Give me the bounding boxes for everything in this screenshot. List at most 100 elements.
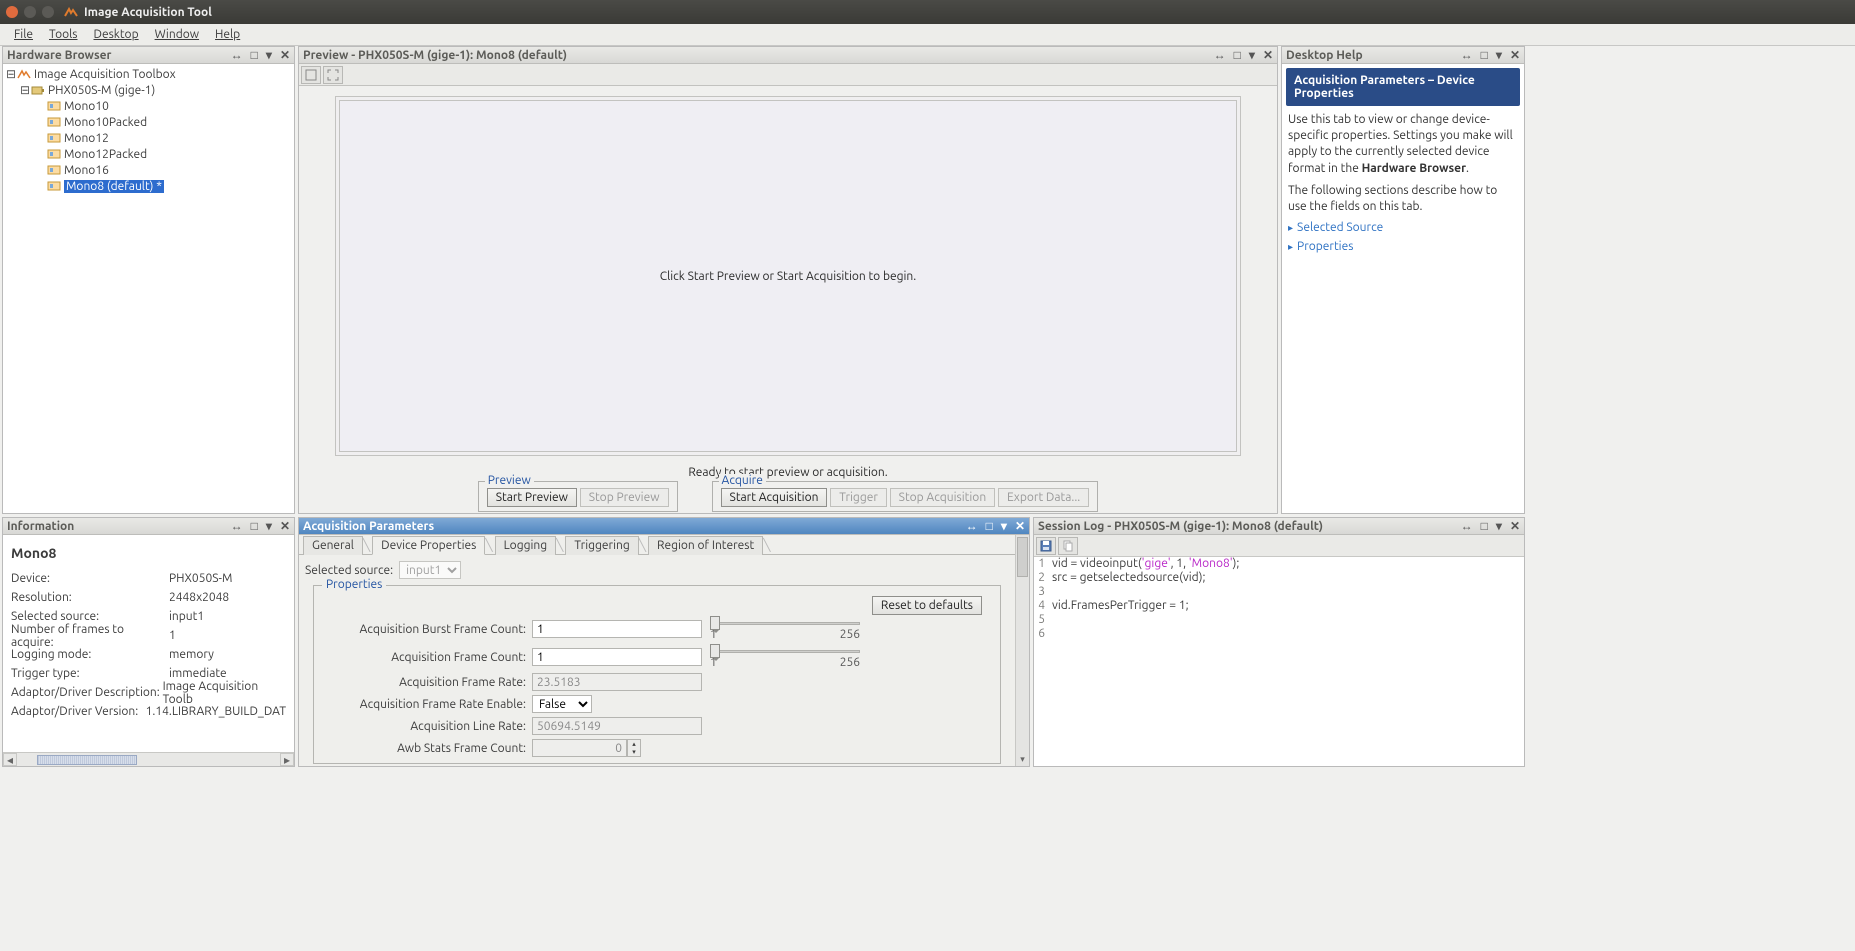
info-row: Adaptor/Driver Version:1.14.LIBRARY_BUIL… xyxy=(11,702,286,721)
tree-format[interactable]: Mono12 xyxy=(5,130,292,146)
hardware-tree[interactable]: ⊟ Image Acquisition Toolbox ⊟ PHX050S-M … xyxy=(3,64,294,513)
format-icon xyxy=(47,148,61,160)
tree-format[interactable]: Mono12Packed xyxy=(5,146,292,162)
information-panel: Information ↔ □ ▾ ✕ Mono8 Device:PHX050S… xyxy=(2,517,295,767)
property-slider[interactable] xyxy=(710,646,860,656)
copy-log-button[interactable] xyxy=(1058,537,1078,555)
help-paragraph-2: The following sections describe how to u… xyxy=(1288,183,1518,215)
scroll-left-icon[interactable]: ◂ xyxy=(3,753,17,766)
panel-maximize-icon[interactable]: □ xyxy=(1481,48,1488,62)
info-row: Resolution:2448x2048 xyxy=(11,588,286,607)
panel-close-icon[interactable]: ✕ xyxy=(280,519,290,533)
panel-close-icon[interactable]: ✕ xyxy=(280,48,290,62)
properties-groupbox: Properties Reset to defaults Acquisition… xyxy=(313,585,1001,764)
scroll-down-icon[interactable]: ▾ xyxy=(1016,754,1029,766)
panel-undock-icon[interactable]: ↔ xyxy=(1461,519,1473,533)
scroll-thumb[interactable] xyxy=(1017,537,1028,577)
property-row: Acquisition Frame Rate: xyxy=(322,671,992,693)
property-input[interactable] xyxy=(532,739,627,757)
panel-menu-icon[interactable]: ▾ xyxy=(1249,48,1255,62)
help-link-selected-source[interactable]: Selected Source xyxy=(1288,221,1518,234)
tree-format[interactable]: Mono16 xyxy=(5,162,292,178)
line-number: 5 xyxy=(1034,613,1048,627)
info-key: Number of frames to acquire: xyxy=(11,623,169,649)
panel-close-icon[interactable]: ✕ xyxy=(1263,48,1273,62)
panel-close-icon[interactable]: ✕ xyxy=(1015,519,1025,533)
panel-undock-icon[interactable]: ↔ xyxy=(231,519,243,533)
zoom-actual-button[interactable] xyxy=(301,66,321,84)
panel-menu-icon[interactable]: ▾ xyxy=(266,48,272,62)
reset-defaults-button[interactable]: Reset to defaults xyxy=(872,596,982,615)
property-label: Acquisition Burst Frame Count: xyxy=(322,623,532,636)
property-select[interactable]: False xyxy=(532,695,592,713)
hardware-browser-panel: Hardware Browser ↔ □ ▾ ✕ ⊟ Image Acquisi… xyxy=(2,46,295,514)
stop-acquisition-button[interactable]: Stop Acquisition xyxy=(890,488,996,507)
info-key: Adaptor/Driver Version: xyxy=(11,705,146,718)
tree-root[interactable]: ⊟ Image Acquisition Toolbox xyxy=(5,66,292,82)
menu-file[interactable]: File xyxy=(6,26,41,43)
tab-logging[interactable]: Logging xyxy=(495,536,557,555)
panel-undock-icon[interactable]: ↔ xyxy=(1461,48,1473,62)
tab-region-of-interest[interactable]: Region of Interest xyxy=(648,536,763,555)
tree-format[interactable]: Mono10 xyxy=(5,98,292,114)
scroll-thumb[interactable] xyxy=(37,755,137,765)
property-input[interactable] xyxy=(532,648,702,666)
property-input[interactable] xyxy=(532,620,702,638)
panel-menu-icon[interactable]: ▾ xyxy=(1001,519,1007,533)
property-slider[interactable] xyxy=(710,618,860,628)
menu-tools[interactable]: Tools xyxy=(41,26,86,43)
tab-triggering[interactable]: Triggering xyxy=(565,536,638,555)
stop-preview-button[interactable]: Stop Preview xyxy=(580,488,669,507)
save-log-button[interactable] xyxy=(1036,537,1056,555)
window-close-button[interactable] xyxy=(6,6,18,18)
panel-undock-icon[interactable]: ↔ xyxy=(966,519,978,533)
acq-vscroll[interactable]: ▴ ▾ xyxy=(1015,535,1029,766)
preview-title: Preview - PHX050S-M (gige-1): Mono8 (def… xyxy=(299,47,1277,64)
preview-status: Ready to start preview or acquisition. xyxy=(305,466,1271,479)
info-key: Device: xyxy=(11,572,169,585)
export-data-button[interactable]: Export Data... xyxy=(998,488,1089,507)
stepper-buttons[interactable]: ▴▾ xyxy=(627,739,641,757)
window-maximize-button[interactable] xyxy=(42,6,54,18)
panel-menu-icon[interactable]: ▾ xyxy=(266,519,272,533)
panel-undock-icon[interactable]: ↔ xyxy=(231,48,243,62)
tree-device[interactable]: ⊟ PHX050S-M (gige-1) xyxy=(5,82,292,98)
help-link-properties[interactable]: Properties xyxy=(1288,240,1518,253)
start-preview-button[interactable]: Start Preview xyxy=(487,488,577,507)
panel-maximize-icon[interactable]: □ xyxy=(1481,519,1488,533)
fullscreen-button[interactable] xyxy=(323,66,343,84)
menu-help[interactable]: Help xyxy=(207,26,248,43)
menu-window[interactable]: Window xyxy=(147,26,207,43)
panel-close-icon[interactable]: ✕ xyxy=(1510,48,1520,62)
tab-general[interactable]: General xyxy=(303,536,363,555)
trigger-button[interactable]: Trigger xyxy=(830,488,887,507)
info-key: Selected source: xyxy=(11,610,169,623)
window-minimize-button[interactable] xyxy=(24,6,36,18)
panel-maximize-icon[interactable]: □ xyxy=(251,48,258,62)
property-row: Acquisition Frame Count:1256 xyxy=(322,643,992,671)
code-line: 3 xyxy=(1034,585,1524,599)
info-hscroll[interactable]: ◂ ▸ xyxy=(3,752,294,766)
panel-maximize-icon[interactable]: □ xyxy=(1234,48,1241,62)
acquisition-parameters-panel: Acquisition Parameters ↔ □ ▾ ✕ General╲D… xyxy=(298,517,1030,767)
app-logo-icon xyxy=(64,5,78,19)
tab-device-properties[interactable]: Device Properties xyxy=(372,536,485,555)
session-log-code[interactable]: 1vid = videoinput('gige', 1, 'Mono8');2s… xyxy=(1034,557,1524,766)
format-icon xyxy=(47,132,61,144)
property-row: Acquisition Line Rate: xyxy=(322,715,992,737)
panel-menu-icon[interactable]: ▾ xyxy=(1496,48,1502,62)
panel-menu-icon[interactable]: ▾ xyxy=(1496,519,1502,533)
panel-close-icon[interactable]: ✕ xyxy=(1510,519,1520,533)
tree-format[interactable]: Mono10Packed xyxy=(5,114,292,130)
matlab-logo-icon xyxy=(17,68,31,80)
start-acquisition-button[interactable]: Start Acquisition xyxy=(721,488,828,507)
panel-maximize-icon[interactable]: □ xyxy=(986,519,993,533)
scroll-right-icon[interactable]: ▸ xyxy=(280,753,294,766)
tree-format[interactable]: Mono8 (default) * xyxy=(5,178,292,194)
session-log-panel: Session Log - PHX050S-M (gige-1): Mono8 … xyxy=(1033,517,1525,767)
panel-undock-icon[interactable]: ↔ xyxy=(1214,48,1226,62)
selected-source-select[interactable]: input1 xyxy=(399,561,461,579)
info-value: 1 xyxy=(169,629,176,642)
panel-maximize-icon[interactable]: □ xyxy=(251,519,258,533)
menu-desktop[interactable]: Desktop xyxy=(86,26,147,43)
